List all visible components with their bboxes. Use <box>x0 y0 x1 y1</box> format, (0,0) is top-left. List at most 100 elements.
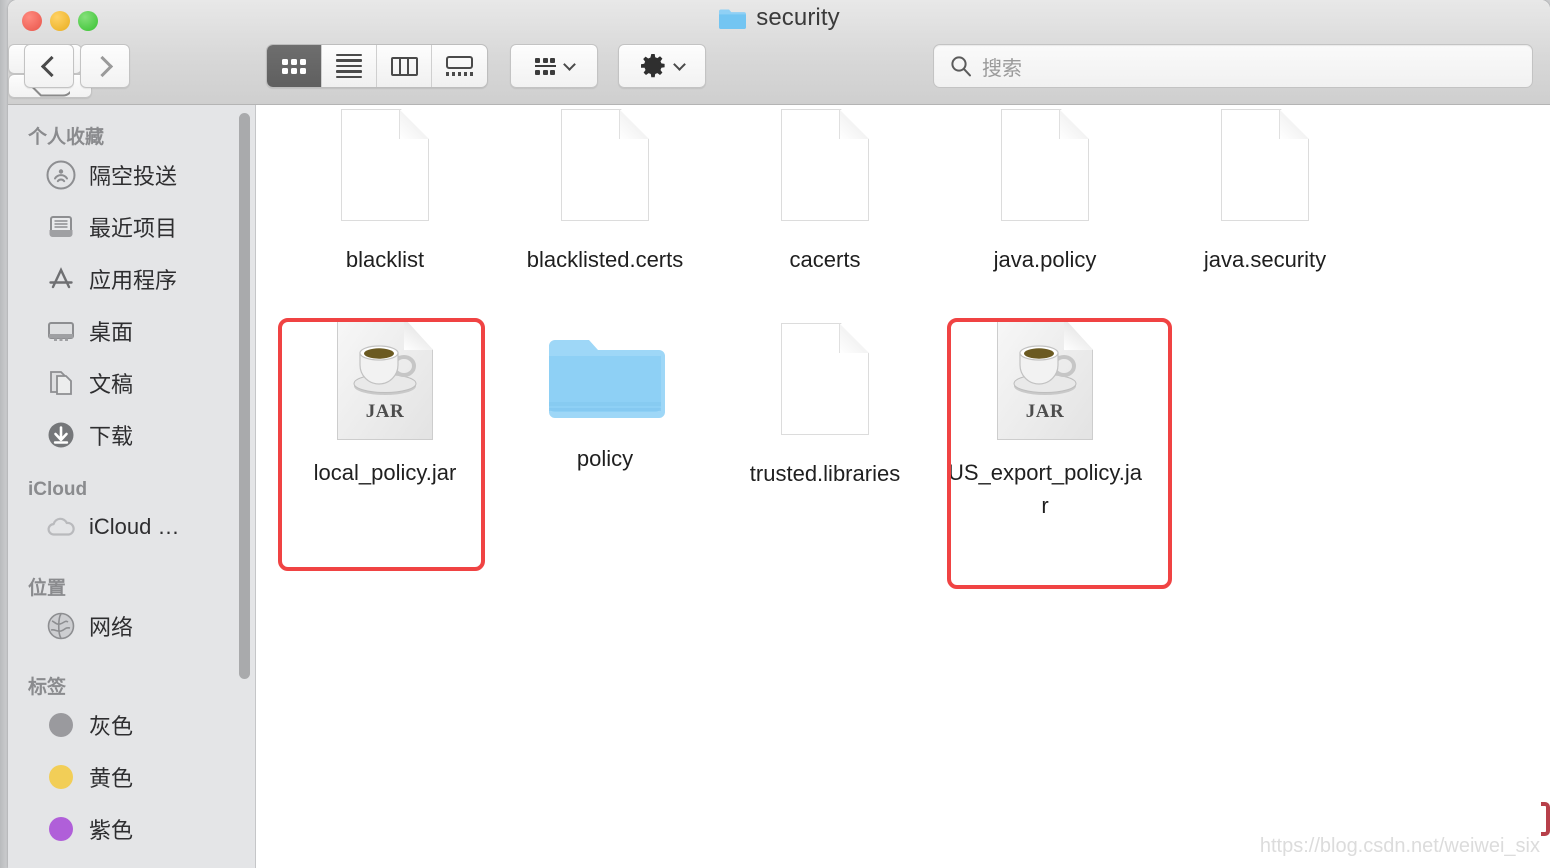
tag-dot-icon <box>46 710 76 740</box>
folder-icon <box>545 330 665 426</box>
edge-annotation-mark <box>1541 802 1550 836</box>
document-icon <box>1001 109 1089 221</box>
file-item-blacklist[interactable]: blacklist <box>275 109 495 276</box>
arrange-icon <box>534 57 556 75</box>
java-coffee-cup-icon <box>1013 345 1077 395</box>
file-item-cacerts[interactable]: cacerts <box>715 109 935 276</box>
sidebar-scrollbar[interactable] <box>239 113 250 679</box>
applications-icon <box>46 264 76 294</box>
jar-file-icon: JAR <box>997 318 1093 440</box>
sidebar-item-label: 灰色 <box>89 714 134 739</box>
document-icon <box>781 109 869 221</box>
columns-icon <box>390 56 418 76</box>
desktop-icon <box>46 316 76 346</box>
sidebar-section-tags-header: 标签 <box>28 677 67 698</box>
file-name-label: blacklisted.certs <box>526 247 684 272</box>
sidebar-item-documents[interactable]: 文稿 <box>8 357 255 409</box>
sidebar-item-label: 隔空投送 <box>89 164 178 189</box>
gallery-view-button[interactable] <box>432 45 487 87</box>
java-coffee-cup-icon <box>353 345 417 395</box>
sidebar-item-label: 文稿 <box>89 372 134 397</box>
chevron-down-icon <box>673 57 686 71</box>
document-icon <box>1221 109 1309 221</box>
network-icon <box>46 611 76 641</box>
watermark-text: https://blog.csdn.net/weiwei_six <box>1259 835 1540 857</box>
jar-label: JAR <box>1025 401 1065 422</box>
document-icon <box>781 323 869 435</box>
finder-window: security 搜索 个人收藏 隔空投送 最近项目 应用程序 桌面 文稿 下载… <box>8 0 1550 868</box>
jar-label: JAR <box>365 401 405 422</box>
forward-button[interactable] <box>80 44 130 88</box>
sidebar-item-desktop[interactable]: 桌面 <box>8 305 255 357</box>
file-name-label: cacerts <box>789 247 861 272</box>
chevron-down-icon <box>562 57 576 71</box>
toolbar-controls-row: 搜索 <box>8 44 1550 98</box>
sidebar-item-airdrop[interactable]: 隔空投送 <box>8 149 255 201</box>
file-grid-row: blacklist blacklisted.certs cacerts java… <box>257 109 1550 276</box>
gear-icon <box>641 54 665 78</box>
document-icon <box>561 109 649 221</box>
file-item-policy-folder[interactable]: policy <box>495 318 715 522</box>
sidebar-item-tag-purple[interactable]: 紫色 <box>8 803 255 855</box>
search-field[interactable]: 搜索 <box>933 44 1533 88</box>
file-name-label: local_policy.jar <box>313 460 457 485</box>
list-icon <box>336 53 362 79</box>
search-placeholder: 搜索 <box>982 57 1022 80</box>
file-item-blacklisted-certs[interactable]: blacklisted.certs <box>495 109 715 276</box>
sidebar-item-recents[interactable]: 最近项目 <box>8 201 255 253</box>
file-name-label: java.policy <box>993 247 1097 272</box>
icloud-icon <box>46 512 76 542</box>
sidebar-item-label: iCloud … <box>89 514 180 539</box>
jar-file-icon: JAR <box>337 318 433 440</box>
file-name-label: blacklist <box>345 247 425 272</box>
documents-icon <box>46 368 76 398</box>
arrange-by-button[interactable] <box>510 44 598 88</box>
navigation-buttons <box>24 44 130 88</box>
file-grid-row: JAR local_policy.jar policy trusted.libr… <box>257 318 1550 522</box>
sidebar-item-icloud-drive[interactable]: iCloud … <box>8 501 255 553</box>
chevron-left-icon <box>40 55 63 77</box>
sidebar-section-icloud-header: iCloud <box>28 479 88 500</box>
file-item-java-policy[interactable]: java.policy <box>935 109 1155 276</box>
page-title: security <box>756 4 840 31</box>
column-view-button[interactable] <box>377 45 432 87</box>
action-menu-button[interactable] <box>618 44 706 88</box>
view-mode-segmented-control <box>266 44 488 88</box>
sidebar-section-favorites-header: 个人收藏 <box>28 127 105 148</box>
file-name-label: trusted.libraries <box>749 461 901 486</box>
icon-view-button[interactable] <box>267 45 322 87</box>
sidebar-item-label: 下载 <box>89 424 134 449</box>
sidebar[interactable]: 个人收藏 隔空投送 最近项目 应用程序 桌面 文稿 下载 iCloud iClo… <box>8 105 256 868</box>
sidebar-item-downloads[interactable]: 下载 <box>8 409 255 461</box>
file-name-label: java.security <box>1203 247 1327 272</box>
back-button[interactable] <box>24 44 74 88</box>
sidebar-item-label: 黄色 <box>89 766 134 791</box>
chevron-right-icon <box>91 55 114 77</box>
file-grid[interactable]: blacklist blacklisted.certs cacerts java… <box>257 105 1550 868</box>
file-item-trusted-libraries[interactable]: trusted.libraries <box>715 318 935 522</box>
document-icon <box>341 109 429 221</box>
sidebar-item-applications[interactable]: 应用程序 <box>8 253 255 305</box>
window-title-bar: security <box>8 4 1550 32</box>
tag-dot-icon <box>46 762 76 792</box>
recents-icon <box>46 212 76 242</box>
file-item-java-security[interactable]: java.security <box>1155 109 1375 276</box>
file-item-local-policy-jar[interactable]: JAR local_policy.jar <box>275 318 495 522</box>
folder-icon <box>719 9 747 29</box>
downloads-icon <box>46 420 76 450</box>
window-toolbar: security 搜索 <box>8 0 1550 105</box>
sidebar-item-label: 桌面 <box>89 320 134 345</box>
grid-icon <box>282 58 306 74</box>
list-view-button[interactable] <box>322 45 377 87</box>
sidebar-item-tag-yellow[interactable]: 黄色 <box>8 751 255 803</box>
sidebar-item-label: 紫色 <box>89 818 134 843</box>
tag-dot-icon <box>46 814 76 844</box>
sidebar-item-network[interactable]: 网络 <box>8 600 255 652</box>
sidebar-item-label: 最近项目 <box>89 216 178 241</box>
file-item-us-export-policy-jar[interactable]: JAR US_export_policy.jar <box>935 318 1155 522</box>
coverflow-icon <box>445 56 474 76</box>
file-name-label: policy <box>576 446 634 471</box>
sidebar-item-tag-gray[interactable]: 灰色 <box>8 699 255 751</box>
sidebar-section-locations-header: 位置 <box>28 578 67 599</box>
file-name-label: US_export_policy.jar <box>947 460 1143 518</box>
